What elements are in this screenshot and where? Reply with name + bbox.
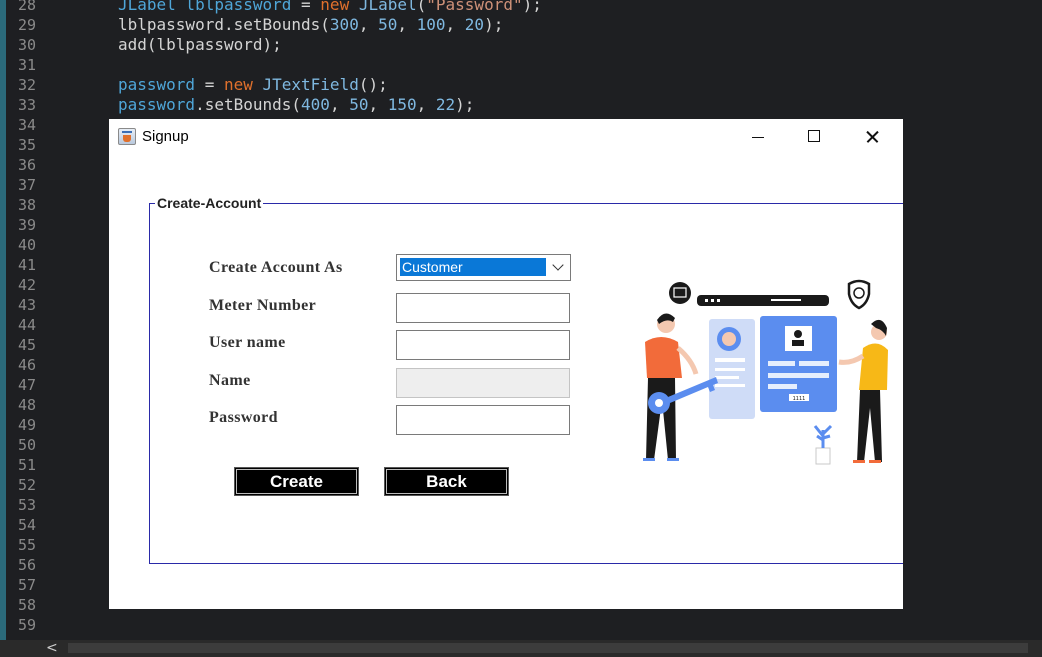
minimize-button[interactable] [729, 119, 787, 155]
editor-gutter-strip [0, 0, 6, 657]
code-token: lblpassword.setBounds( [118, 15, 330, 34]
line-number: 52 [17, 476, 36, 494]
maximize-icon [808, 130, 820, 142]
window-title: Signup [142, 128, 189, 145]
code-token: = [301, 0, 321, 14]
signup-window: Signup Create-Account Create Account As … [109, 119, 903, 609]
title-bar[interactable]: Signup [109, 119, 903, 155]
scrollbar-thumb[interactable] [68, 643, 1028, 653]
password-input[interactable] [396, 405, 570, 435]
code-token: , [416, 95, 436, 114]
line-number: 29 [17, 16, 36, 34]
line-number: 43 [17, 296, 36, 314]
line-number: 57 [17, 576, 36, 594]
account-type-selected-value: Customer [400, 258, 546, 276]
password-label: Password [209, 409, 278, 426]
username-label: User name [209, 334, 286, 351]
account-type-select[interactable]: Customer [396, 254, 571, 281]
scroll-left-arrow-icon[interactable]: < [46, 640, 62, 657]
line-number: 38 [17, 196, 36, 214]
code-token: 100 [416, 15, 446, 34]
code-line: password.setBounds(400, 50, 150, 22); [118, 95, 474, 115]
code-token: 50 [349, 95, 369, 114]
code-token: , [329, 95, 350, 114]
line-number: 33 [17, 96, 36, 114]
account-type-label: Create Account As [209, 259, 343, 276]
line-number: 39 [17, 216, 36, 234]
line-number: 34 [17, 116, 36, 134]
close-button[interactable] [843, 119, 901, 155]
meter-number-label: Meter Number [209, 297, 317, 314]
meter-number-input[interactable] [396, 293, 570, 323]
minimize-icon [752, 137, 764, 138]
signup-illustration: 1111 [643, 279, 888, 465]
code-line: JLabel lblpassword = new JLabel("Passwor… [118, 0, 542, 15]
name-label: Name [209, 372, 251, 389]
line-number: 31 [17, 56, 36, 74]
code-token: = [204, 75, 224, 94]
line-number: 35 [17, 136, 36, 154]
code-token: 300 [329, 15, 359, 34]
code-token: new [320, 0, 359, 14]
code-token: password [118, 95, 196, 114]
code-token: 150 [387, 95, 417, 114]
code-token: , [368, 95, 388, 114]
code-line: lblpassword.setBounds(300, 50, 100, 20); [118, 15, 503, 35]
java-app-icon [118, 128, 136, 145]
code-token: , [358, 15, 379, 34]
code-token: ); [484, 15, 504, 34]
line-number: 42 [17, 276, 36, 294]
group-title: Create-Account [155, 195, 264, 211]
code-token: (); [358, 75, 388, 94]
code-line: add(lblpassword); [118, 35, 282, 55]
line-number: 28 [17, 0, 36, 14]
code-token: ); [455, 95, 475, 114]
code-token: new [223, 75, 263, 94]
code-token: "Password" [426, 0, 523, 14]
line-number: 40 [17, 236, 36, 254]
line-number: 45 [17, 336, 36, 354]
code-token: 400 [301, 95, 330, 114]
line-number: 41 [17, 256, 36, 274]
line-number: 32 [17, 76, 36, 94]
line-number: 36 [17, 156, 36, 174]
line-number: 54 [17, 516, 36, 534]
code-token: , [445, 15, 465, 34]
code-token: add(lblpassword); [118, 35, 282, 54]
line-number: 47 [17, 376, 36, 394]
line-number: 44 [17, 316, 36, 334]
code-token: JLabel [358, 0, 417, 14]
chevron-down-icon[interactable] [552, 259, 564, 271]
line-number: 50 [17, 436, 36, 454]
code-token: JTextField [262, 75, 359, 94]
code-token: ); [522, 0, 542, 14]
back-button[interactable]: Back [384, 467, 509, 496]
create-button[interactable]: Create [234, 467, 359, 496]
username-input[interactable] [396, 330, 570, 360]
line-number: 55 [17, 536, 36, 554]
maximize-button[interactable] [785, 119, 843, 155]
line-number: 37 [17, 176, 36, 194]
code-token: 50 [378, 15, 398, 34]
line-number: 53 [17, 496, 36, 514]
code-token: JLabel lblpassword [118, 0, 302, 14]
name-input [396, 368, 570, 398]
horizontal-scrollbar[interactable]: < [0, 640, 1042, 657]
illustration-code-text: 1111 [793, 396, 806, 402]
code-token: password [118, 75, 205, 94]
line-number: 46 [17, 356, 36, 374]
code-token: .setBounds( [195, 95, 302, 114]
line-number: 48 [17, 396, 36, 414]
code-line: password = new JTextField(); [118, 75, 388, 95]
code-token: 22 [435, 95, 456, 114]
line-number: 30 [17, 36, 36, 54]
line-number: 58 [17, 596, 36, 614]
code-token: , [397, 15, 417, 34]
code-token: 20 [464, 15, 485, 34]
line-number: 49 [17, 416, 36, 434]
code-token: ( [416, 0, 427, 14]
line-number: 59 [17, 616, 36, 634]
line-number: 56 [17, 556, 36, 574]
line-number: 51 [17, 456, 36, 474]
